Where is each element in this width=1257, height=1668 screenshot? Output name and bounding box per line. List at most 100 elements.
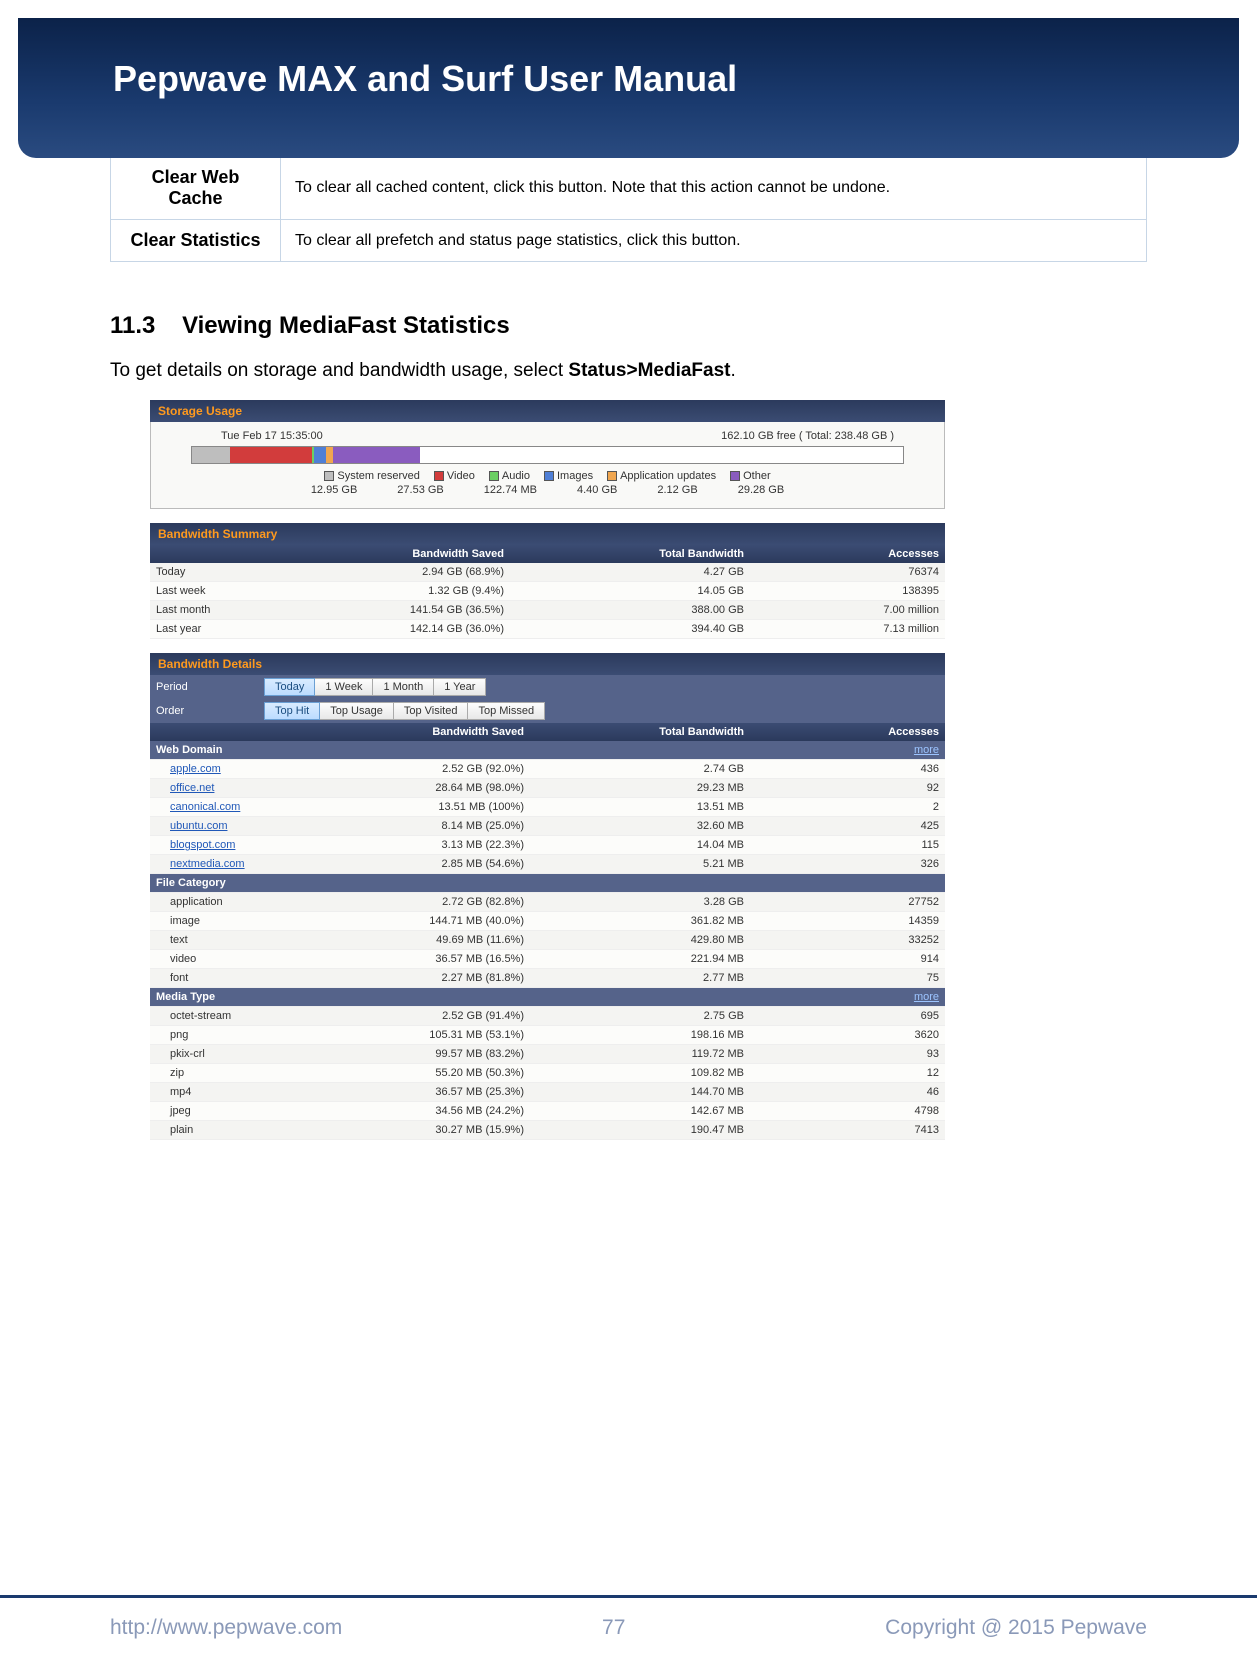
cell-accesses: 14359 <box>750 912 945 931</box>
group-header-file-category: File Category <box>150 874 945 893</box>
cell-name: canonical.com <box>150 798 310 817</box>
cell-saved: 55.20 MB (50.3%) <box>310 1064 530 1083</box>
cell-total: 198.16 MB <box>530 1026 750 1045</box>
cell-accesses: 12 <box>750 1064 945 1083</box>
legend-system-reserved: System reserved <box>324 470 420 482</box>
cell-total: 13.51 MB <box>530 798 750 817</box>
row-link[interactable]: office.net <box>170 782 214 794</box>
cell-total: 4.27 GB <box>510 563 750 582</box>
cell-period: Today <box>150 563 270 582</box>
storage-free-text: 162.10 GB free ( Total: 238.48 GB ) <box>721 430 894 442</box>
cell-accesses: 425 <box>750 817 945 836</box>
def-desc: To clear all cached content, click this … <box>281 157 1147 220</box>
table-row: zip55.20 MB (50.3%)109.82 MB12 <box>150 1064 945 1083</box>
row-link[interactable]: nextmedia.com <box>170 858 245 870</box>
col-accesses: Accesses <box>750 723 945 741</box>
order-button-top-visited[interactable]: Top Visited <box>394 702 469 720</box>
cell-accesses: 4798 <box>750 1102 945 1121</box>
group-name: File Category <box>150 874 750 893</box>
storage-panel-title: Storage Usage <box>150 400 945 422</box>
bandwidth-summary-title: Bandwidth Summary <box>150 523 945 545</box>
period-button-1-month[interactable]: 1 Month <box>373 678 434 696</box>
legend-val-audio: 122.74 MB <box>484 484 537 496</box>
table-row: Last week1.32 GB (9.4%)14.05 GB138395 <box>150 582 945 601</box>
cell-saved: 36.57 MB (25.3%) <box>310 1083 530 1102</box>
table-row: apple.com2.52 GB (92.0%)2.74 GB436 <box>150 760 945 779</box>
intro-bold: Status>MediaFast <box>568 360 730 381</box>
legend-audio: Audio <box>489 470 530 482</box>
cell-name: blogspot.com <box>150 836 310 855</box>
cell-saved: 99.57 MB (83.2%) <box>310 1045 530 1064</box>
cell-saved: 34.56 MB (24.2%) <box>310 1102 530 1121</box>
cell-saved: 36.57 MB (16.5%) <box>310 950 530 969</box>
document-header: Pepwave MAX and Surf User Manual <box>18 18 1239 158</box>
period-button-today[interactable]: Today <box>264 678 315 696</box>
storage-seg-other <box>333 447 420 463</box>
cell-accesses: 914 <box>750 950 945 969</box>
cell-accesses: 138395 <box>750 582 945 601</box>
row-link[interactable]: blogspot.com <box>170 839 235 851</box>
col-name <box>150 723 310 741</box>
cell-total: 388.00 GB <box>510 601 750 620</box>
row-link[interactable]: ubuntu.com <box>170 820 227 832</box>
cell-saved: 28.64 MB (98.0%) <box>310 779 530 798</box>
legend-val-images: 4.40 GB <box>577 484 617 496</box>
table-row: application2.72 GB (82.8%)3.28 GB27752 <box>150 893 945 912</box>
col-saved: Bandwidth Saved <box>310 723 530 741</box>
cell-name: font <box>150 969 310 988</box>
section-intro: To get details on storage and bandwidth … <box>110 360 1147 382</box>
table-row: nextmedia.com2.85 MB (54.6%)5.21 MB326 <box>150 855 945 874</box>
order-button-top-hit[interactable]: Top Hit <box>264 702 320 720</box>
cell-name: ubuntu.com <box>150 817 310 836</box>
order-button-top-usage[interactable]: Top Usage <box>320 702 394 720</box>
group-more: more <box>750 741 945 760</box>
intro-pre: To get details on storage and bandwidth … <box>110 360 568 381</box>
def-term: Clear Web Cache <box>111 157 281 220</box>
cell-total: 361.82 MB <box>530 912 750 931</box>
period-button-1-week[interactable]: 1 Week <box>315 678 373 696</box>
more-link[interactable]: more <box>914 991 939 1003</box>
cell-accesses: 76374 <box>750 563 945 582</box>
cell-accesses: 92 <box>750 779 945 798</box>
cell-accesses: 7413 <box>750 1121 945 1140</box>
cell-total: 142.67 MB <box>530 1102 750 1121</box>
table-row: canonical.com13.51 MB (100%)13.51 MB2 <box>150 798 945 817</box>
table-row: office.net28.64 MB (98.0%)29.23 MB92 <box>150 779 945 798</box>
col-total: Total Bandwidth <box>510 545 750 563</box>
period-button-1-year[interactable]: 1 Year <box>434 678 486 696</box>
group-name: Web Domain <box>150 741 750 760</box>
cell-name: application <box>150 893 310 912</box>
storage-timestamp: Tue Feb 17 15:35:00 <box>221 430 323 442</box>
row-link[interactable]: apple.com <box>170 763 221 775</box>
legend-val-application-updates: 2.12 GB <box>657 484 697 496</box>
col-total: Total Bandwidth <box>530 723 750 741</box>
cell-total: 14.05 GB <box>510 582 750 601</box>
cell-total: 119.72 MB <box>530 1045 750 1064</box>
section-number: 11.3 <box>110 312 155 339</box>
storage-bar <box>191 446 904 464</box>
period-buttons: Today1 Week1 Month1 Year <box>264 678 486 696</box>
definition-table: Clear Web CacheTo clear all cached conte… <box>110 156 1147 262</box>
cell-period: Last week <box>150 582 270 601</box>
table-row: png105.31 MB (53.1%)198.16 MB3620 <box>150 1026 945 1045</box>
group-header-media-type: Media Typemore <box>150 988 945 1007</box>
cell-accesses: 436 <box>750 760 945 779</box>
order-button-top-missed[interactable]: Top Missed <box>468 702 545 720</box>
legend-application-updates: Application updates <box>607 470 716 482</box>
more-link[interactable]: more <box>914 744 939 756</box>
cell-accesses: 75 <box>750 969 945 988</box>
cell-accesses: 326 <box>750 855 945 874</box>
cell-name: plain <box>150 1121 310 1140</box>
bandwidth-details-title: Bandwidth Details <box>150 653 945 675</box>
row-link[interactable]: canonical.com <box>170 801 240 813</box>
cell-saved: 2.72 GB (82.8%) <box>310 893 530 912</box>
cell-total: 144.70 MB <box>530 1083 750 1102</box>
cell-saved: 144.71 MB (40.0%) <box>310 912 530 931</box>
cell-name: apple.com <box>150 760 310 779</box>
table-row: Today2.94 GB (68.9%)4.27 GB76374 <box>150 563 945 582</box>
cell-saved: 2.52 GB (91.4%) <box>310 1007 530 1026</box>
cell-accesses: 93 <box>750 1045 945 1064</box>
cell-name: video <box>150 950 310 969</box>
table-row: ubuntu.com8.14 MB (25.0%)32.60 MB425 <box>150 817 945 836</box>
group-more <box>750 874 945 893</box>
